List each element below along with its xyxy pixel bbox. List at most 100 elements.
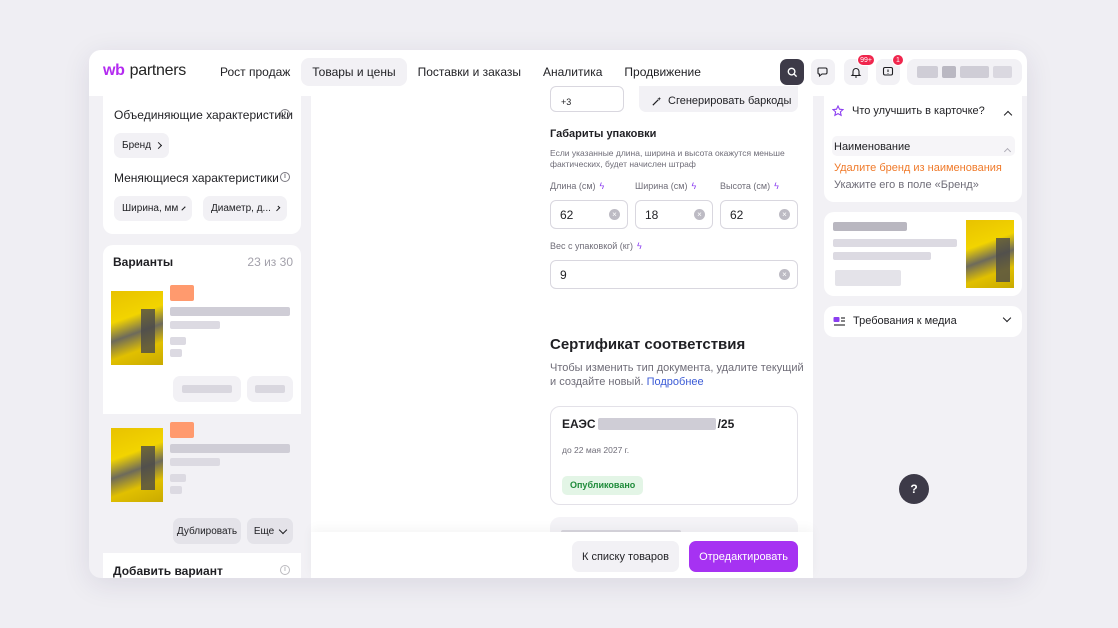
- media-icon: [833, 317, 845, 326]
- generate-barcodes-button[interactable]: Сгенерировать баркоды: [639, 86, 798, 112]
- preview-price-blurred: [835, 270, 901, 286]
- bolt-icon: ϟ: [691, 181, 697, 191]
- nav-sales-growth[interactable]: Рост продаж: [209, 58, 301, 86]
- certificate-number: ЕАЭС /25: [562, 417, 734, 431]
- height-value: 62: [730, 208, 744, 222]
- search-button[interactable]: [780, 59, 804, 85]
- variant-item[interactable]: [103, 279, 301, 412]
- certificate-number-suffix: /25: [717, 417, 735, 431]
- duplicate-label: Дублировать: [176, 525, 238, 537]
- bolt-icon: ϟ: [599, 181, 605, 191]
- variant-meta-blurred: [170, 337, 186, 345]
- edit-button[interactable]: Отредактировать: [689, 541, 798, 572]
- weight-label: Вес с упаковкой (кг) ϟ: [550, 241, 642, 251]
- unifying-characteristics-title: Объединяющие характеристики: [114, 108, 293, 122]
- barcode-count[interactable]: +3: [550, 86, 624, 112]
- variant-thumbnail: [111, 291, 163, 365]
- chevron-down-icon: [1002, 313, 1012, 323]
- chevron-right-icon: [181, 206, 186, 211]
- media-requirements-card[interactable]: Требования к медиа: [824, 306, 1022, 337]
- variant-action-blurred[interactable]: [173, 376, 241, 402]
- width-chip[interactable]: Ширина, мм: [114, 196, 192, 221]
- chevron-right-icon: [155, 141, 163, 150]
- variant-title-blurred: [170, 458, 220, 466]
- certificate-hint: Чтобы изменить тип документа, удалите те…: [550, 361, 804, 389]
- wb-partners-logo[interactable]: wb partners: [103, 62, 186, 80]
- characteristics-card: Объединяющие характеристики i Бренд Меня…: [103, 96, 301, 234]
- duplicate-button[interactable]: Дублировать: [173, 518, 241, 544]
- height-input[interactable]: 62 ×: [720, 200, 798, 229]
- remove-brand-warning: Удалите бренд из наименования: [834, 162, 1002, 174]
- notifications-badge: 99+: [857, 54, 875, 66]
- bolt-icon: ϟ: [774, 181, 779, 191]
- help-button[interactable]: ?: [899, 474, 929, 504]
- chevron-up-icon[interactable]: [1003, 110, 1013, 120]
- account-name-blurred: [959, 66, 989, 78]
- improve-header[interactable]: Что улучшить в карточке?: [832, 105, 985, 117]
- diameter-chip[interactable]: Диаметр, д...: [203, 196, 287, 221]
- notifications-button[interactable]: 99+: [844, 54, 875, 85]
- preview-text-blurred: [833, 239, 957, 247]
- clear-icon[interactable]: ×: [694, 209, 705, 220]
- add-variant-link[interactable]: Добавить вариант: [113, 564, 223, 578]
- brand-field-hint: Укажите его в поле «Бренд»: [834, 179, 979, 191]
- generate-barcodes-label: Сгенерировать баркоды: [668, 95, 792, 107]
- brand-chip[interactable]: Бренд: [114, 133, 170, 158]
- package-dimensions-hint: Если указанные длина, ширина и высота ок…: [550, 148, 785, 169]
- account-menu[interactable]: [907, 59, 1022, 85]
- nav-promotion[interactable]: Продвижение: [613, 58, 712, 86]
- variant-tag-blurred: [170, 422, 194, 438]
- info-icon[interactable]: i: [280, 109, 290, 119]
- variants-card: Варианты 23 из 30 Дублировать Еще Добави…: [103, 245, 301, 578]
- logo-wb: wb: [103, 62, 125, 79]
- name-section[interactable]: Наименование: [832, 136, 1015, 156]
- certificate-number-blurred: [597, 418, 716, 430]
- certificate-title: Сертификат соответствия: [550, 336, 746, 353]
- certificate-valid-until: до 22 мая 2027 г.: [562, 445, 630, 455]
- improve-title: Что улучшить в карточке?: [852, 105, 985, 117]
- nav-goods-prices[interactable]: Товары и цены: [301, 58, 407, 86]
- back-to-list-button[interactable]: К списку товаров: [572, 541, 679, 572]
- preview-text-blurred: [833, 252, 931, 260]
- media-requirements-title: Требования к медиа: [853, 315, 957, 327]
- clear-icon[interactable]: ×: [779, 269, 790, 280]
- account-name-blurred: [992, 66, 1012, 78]
- chat-button[interactable]: [811, 59, 835, 85]
- more-button[interactable]: Еще: [247, 518, 293, 544]
- variant-tag-blurred: [170, 285, 194, 301]
- info-icon[interactable]: i: [280, 172, 290, 182]
- feedback-icon: [882, 66, 894, 76]
- variants-title: Варианты: [113, 255, 174, 269]
- certificate-number-prefix: ЕАЭС: [562, 417, 596, 431]
- variant-item-selected[interactable]: Дублировать Еще: [103, 414, 301, 553]
- feedback-button[interactable]: 1: [876, 54, 904, 85]
- clear-icon[interactable]: ×: [609, 209, 620, 220]
- height-label: Высота (см) ϟ: [720, 181, 779, 191]
- learn-more-link[interactable]: Подробнее: [647, 376, 704, 388]
- preview-title-blurred: [833, 222, 907, 231]
- bell-icon: [850, 68, 862, 78]
- variants-count: 23 из 30: [247, 255, 293, 269]
- length-input[interactable]: 62 ×: [550, 200, 628, 229]
- variant-title-blurred: [170, 321, 220, 329]
- variant-title-blurred: [170, 307, 290, 316]
- variant-meta-blurred: [170, 349, 182, 357]
- width-value: 18: [645, 208, 659, 222]
- clear-icon[interactable]: ×: [779, 209, 790, 220]
- nav-supplies-orders[interactable]: Поставки и заказы: [407, 58, 532, 86]
- feedback-badge: 1: [892, 54, 904, 66]
- length-label: Длина (см) ϟ: [550, 181, 605, 191]
- status-badge: Опубликовано: [562, 476, 644, 495]
- package-dimensions-title: Габариты упаковки: [550, 128, 657, 140]
- account-name-blurred: [917, 66, 939, 78]
- weight-input[interactable]: 9 ×: [550, 260, 798, 289]
- width-input[interactable]: 18 ×: [635, 200, 713, 229]
- main-nav: Рост продаж Товары и цены Поставки и зак…: [209, 58, 712, 86]
- certificate-card[interactable]: ЕАЭС /25 до 22 мая 2027 г. Опубликовано: [550, 406, 798, 505]
- info-icon[interactable]: i: [280, 565, 290, 575]
- variant-action-blurred[interactable]: [247, 376, 293, 402]
- weight-value: 9: [560, 268, 567, 282]
- changing-characteristics-title: Меняющиеся характеристики: [114, 171, 279, 185]
- product-preview-card[interactable]: [824, 212, 1022, 296]
- nav-analytics[interactable]: Аналитика: [532, 58, 613, 86]
